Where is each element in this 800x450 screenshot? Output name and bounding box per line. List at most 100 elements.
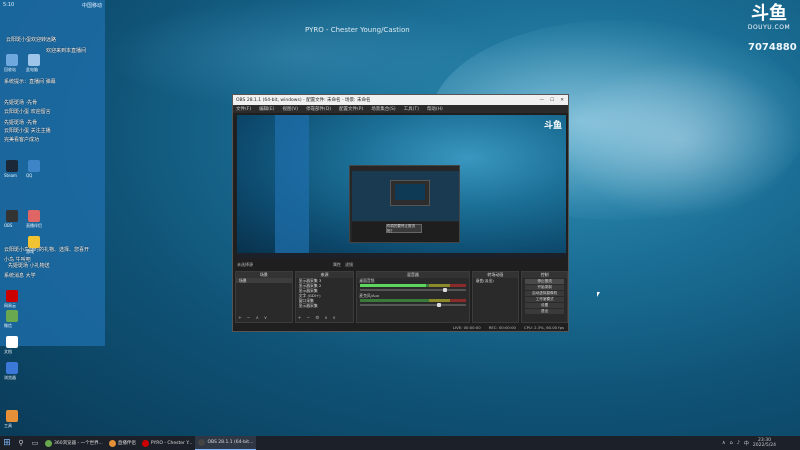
windows-start-icon[interactable]: ⊞: [0, 436, 14, 450]
volume-slider[interactable]: [360, 288, 466, 292]
status-item: CPU: 2.3%, 60.00 fps: [523, 325, 564, 330]
scene-item[interactable]: 场景: [236, 278, 292, 283]
desktop-app-icon[interactable]: [6, 336, 18, 348]
volume-icon[interactable]: ♪: [737, 440, 740, 446]
sources-list: 显示器采集 3 显示器采集 2 显示器采集 文字 (GDI+) 窗口采集 显示器采集: [296, 278, 354, 308]
status-item: LIVE: 00:00:00: [452, 325, 481, 330]
sources-dock: 来源 显示器采集 3 显示器采集 2 显示器采集 文字 (GDI+) 窗口采集 显示器采集…: [294, 271, 355, 323]
scenes-dock: 场景 场景 + − ∧ ∨: [235, 271, 293, 323]
app-icon: [108, 439, 116, 447]
desktop-app-icon[interactable]: [28, 54, 40, 66]
obs-menu-item[interactable]: 编辑(E): [259, 106, 274, 112]
source-item[interactable]: 显示器采集: [296, 303, 354, 308]
obs-menu-item[interactable]: 视图(V): [282, 106, 298, 112]
desktop-app-icon[interactable]: [6, 290, 18, 302]
control-button[interactable]: 退出: [525, 309, 564, 314]
desktop-app-label: OBS: [4, 223, 13, 228]
desktop-app-icon[interactable]: [6, 54, 18, 66]
control-button[interactable]: 启动虚拟摄像机: [525, 291, 564, 296]
controls-dock: 控制 停止推流 开始录制 启动虚拟摄像机 工作室模式 设置 退出: [521, 271, 568, 323]
chat-message: 先姬斑场 ·先骨: [4, 100, 38, 106]
obs-statusbar: LIVE: 00:00:00 REC: 00:00:00 CPU: 2.3%, 60…: [235, 324, 568, 331]
desktop-app-icon[interactable]: [6, 210, 18, 222]
preview-taskbar: [237, 253, 566, 258]
add-icon[interactable]: +: [298, 316, 302, 321]
obs-window[interactable]: OBS 28.1.1 (64-bit, windows) - 配置文件: 未命名…: [232, 94, 569, 332]
close-icon[interactable]: ✕: [560, 98, 564, 103]
transitions-dock: 转场动画 渐变(淡出): [471, 271, 520, 323]
down-icon[interactable]: ∨: [264, 316, 267, 321]
obs-menu-item[interactable]: 工具(T): [404, 106, 419, 112]
mixer-list: 桌面音频 麦克风/Aux: [357, 278, 468, 307]
down-icon[interactable]: ∨: [333, 316, 336, 321]
side-time: 5:10: [3, 2, 15, 8]
volume-slider[interactable]: [360, 303, 466, 307]
obs-menu-item[interactable]: 场景集合(S): [371, 106, 395, 112]
stream-title: PYRO - Chester Young/Castion: [305, 26, 410, 34]
desktop-app-label: 回收站: [4, 67, 16, 72]
obs-menu-item[interactable]: 配置文件(P): [339, 106, 363, 112]
control-button[interactable]: 工作室模式: [525, 297, 564, 302]
desktop-app-icon[interactable]: [28, 160, 40, 172]
taskbar-task[interactable]: PYRO - Chester Y...: [139, 436, 196, 450]
network-icon[interactable]: ⌂: [730, 440, 733, 446]
remove-icon[interactable]: −: [306, 316, 310, 321]
status-item: REC: 00:00:00: [488, 325, 516, 330]
maximize-icon[interactable]: ☐: [550, 98, 554, 103]
remove-icon[interactable]: −: [247, 316, 251, 321]
chat-message: 系统提示：直播间 弹幕: [4, 79, 56, 85]
desktop-app-label: 网易云: [4, 303, 16, 308]
search-icon[interactable]: ⚲: [14, 436, 28, 450]
chat-message: 云阳斑小蛋 关注主播: [4, 128, 51, 134]
obs-source-toolbar: 未选择源 属性 滤镜: [237, 261, 566, 268]
filters-button[interactable]: 滤镜: [345, 262, 353, 268]
controls-header: 控制: [522, 272, 567, 278]
properties-button[interactable]: 属性: [333, 262, 341, 268]
taskbar-task[interactable]: 360浏览器 - 一个世界...: [42, 436, 106, 450]
preview-side-panel: [275, 115, 309, 258]
volume-slider-knob[interactable]: [437, 303, 442, 307]
control-button[interactable]: 开始录制: [525, 285, 564, 290]
app-icon: [45, 439, 52, 447]
obs-menu-item[interactable]: 停靠部件(D): [306, 106, 331, 112]
desktop-app-label: 直播伴侣: [26, 223, 42, 228]
up-icon[interactable]: ∧: [324, 316, 327, 321]
clock-date: 2022/5/24: [752, 443, 776, 448]
taskbar-task[interactable]: 直播伴侣: [106, 436, 139, 450]
desktop-app-label: Steam: [4, 173, 17, 178]
desktop-app-icon[interactable]: [6, 362, 18, 374]
audio-level-meter: [360, 299, 466, 302]
obs-menu-item[interactable]: 文件(F): [236, 106, 251, 112]
minimize-icon[interactable]: —: [540, 98, 545, 103]
up-icon[interactable]: ∧: [256, 316, 259, 321]
desktop-app-label: 工具: [4, 423, 12, 428]
controls-list: 停止推流 开始录制 启动虚拟摄像机 工作室模式 设置 退出: [522, 279, 567, 314]
gear-icon[interactable]: ⚙: [315, 316, 319, 321]
input-language[interactable]: 中: [744, 440, 749, 447]
desktop-app-icon[interactable]: [6, 310, 18, 322]
task-view-icon[interactable]: ▭: [28, 436, 42, 450]
taskbar-clock[interactable]: 23:30 2022/5/24: [753, 438, 776, 448]
taskbar: ⊞ ⚲ ▭ 360浏览器 - 一个世界... 直播伴侣 PYRO - Chester…: [0, 436, 800, 450]
transition-select[interactable]: 渐变(淡出): [473, 278, 519, 283]
desktop-app-icon[interactable]: [6, 410, 18, 422]
mixer-dock: 混音器 桌面音频 麦克风/Aux: [356, 271, 470, 323]
desktop-app-label: 文档: [4, 349, 12, 354]
mixer-channel-name: 桌面音频: [359, 278, 375, 283]
obs-menu-item[interactable]: 帮助(H): [427, 106, 443, 112]
desktop-app-icon[interactable]: [6, 160, 18, 172]
taskbar-task-label: 直播伴侣: [117, 441, 136, 446]
control-button[interactable]: 停止推流: [525, 279, 564, 284]
sources-footer: + − ⚙ ∧ ∨: [298, 316, 336, 321]
chevron-up-icon[interactable]: ∧: [722, 440, 726, 446]
desktop-app-icon[interactable]: [28, 210, 40, 222]
add-icon[interactable]: +: [238, 316, 242, 321]
no-source-label: 未选择源: [237, 261, 253, 267]
taskbar-task[interactable]: OBS 28.1.1 (64-bit...: [195, 436, 257, 450]
volume-slider-knob[interactable]: [442, 288, 447, 292]
desktop-app-icon[interactable]: [28, 236, 40, 248]
chat-overlay-panel: 5:10 中国移动 云阳斑小蛋欢迎转远路 欢迎来到本直播间 系统提示：直播间 弹幕先…: [0, 0, 105, 428]
obs-preview[interactable]: 你真的要停止推流吗？ 斗鱼: [237, 115, 566, 258]
control-button[interactable]: 设置: [525, 303, 564, 308]
obs-titlebar[interactable]: OBS 28.1.1 (64-bit, windows) - 配置文件: 未命名…: [233, 95, 568, 105]
